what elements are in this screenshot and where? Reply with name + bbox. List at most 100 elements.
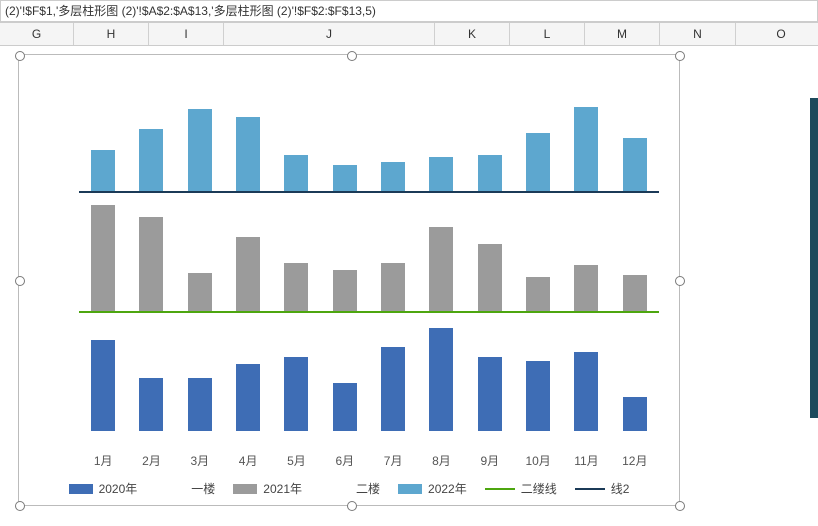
- column-header[interactable]: N: [660, 23, 736, 45]
- legend-item[interactable]: 二缕线: [485, 480, 557, 497]
- selection-handle[interactable]: [15, 51, 25, 61]
- legend-swatch-line: [485, 488, 515, 490]
- bar-slot: [321, 311, 369, 431]
- bar-slot: [272, 191, 320, 311]
- legend-label: 2022年: [428, 480, 467, 497]
- bar[interactable]: [236, 364, 260, 431]
- x-tick-label: 5月: [272, 452, 320, 469]
- bar[interactable]: [574, 107, 598, 191]
- bar-group: [79, 71, 659, 191]
- bar-slot: [514, 191, 562, 311]
- grid-area[interactable]: 1月2月3月4月5月6月7月8月9月10月11月12月 2020年一楼 2021年…: [0, 46, 818, 526]
- bar[interactable]: [236, 117, 260, 191]
- selection-handle[interactable]: [15, 276, 25, 286]
- bar[interactable]: [623, 275, 647, 311]
- bar-slot: [369, 191, 417, 311]
- legend-item[interactable]: 二楼: [320, 480, 380, 497]
- bar[interactable]: [526, 277, 550, 311]
- bar[interactable]: [284, 155, 308, 191]
- bar[interactable]: [91, 150, 115, 191]
- bar[interactable]: [284, 263, 308, 311]
- x-tick-label: 1月: [79, 452, 127, 469]
- selection-handle[interactable]: [15, 501, 25, 511]
- bar-slot: [127, 311, 175, 431]
- selection-handle[interactable]: [675, 501, 685, 511]
- legend-item[interactable]: 一楼: [155, 480, 215, 497]
- bar-slot: [466, 71, 514, 191]
- chart-legend: 2020年一楼 2021年 二楼 2022年 二缕线 线2: [19, 480, 679, 497]
- bar[interactable]: [478, 155, 502, 191]
- bar[interactable]: [91, 205, 115, 311]
- chart-row: [79, 73, 659, 193]
- legend-swatch-box: [398, 484, 422, 494]
- bar[interactable]: [381, 162, 405, 191]
- legend-swatch-line: [575, 488, 605, 490]
- bar-slot: [224, 191, 272, 311]
- spreadsheet-window: (2)'!$F$1,'多层柱形图 (2)'!$A$2:$A$13,'多层柱形图 …: [0, 0, 818, 526]
- legend-label: 线2: [611, 480, 630, 497]
- selection-handle[interactable]: [347, 501, 357, 511]
- column-header[interactable]: I: [149, 23, 224, 45]
- column-header[interactable]: K: [435, 23, 510, 45]
- bar[interactable]: [284, 357, 308, 431]
- bar[interactable]: [188, 378, 212, 431]
- legend-item[interactable]: 线2: [575, 480, 630, 497]
- chart-object[interactable]: 1月2月3月4月5月6月7月8月9月10月11月12月 2020年一楼 2021年…: [18, 54, 680, 506]
- legend-item[interactable]: 2020年: [69, 480, 138, 497]
- bar[interactable]: [188, 273, 212, 311]
- column-header[interactable]: L: [510, 23, 585, 45]
- column-header[interactable]: G: [0, 23, 74, 45]
- selection-handle[interactable]: [347, 51, 357, 61]
- bar[interactable]: [526, 133, 550, 191]
- bar[interactable]: [333, 270, 357, 311]
- bar[interactable]: [333, 165, 357, 191]
- bar[interactable]: [236, 237, 260, 311]
- chart-row: [79, 193, 659, 313]
- bar[interactable]: [429, 157, 453, 191]
- column-header[interactable]: M: [585, 23, 660, 45]
- column-header[interactable]: O: [736, 23, 818, 45]
- column-header[interactable]: H: [74, 23, 149, 45]
- bar[interactable]: [429, 227, 453, 311]
- legend-label: 2021年: [263, 480, 302, 497]
- bar[interactable]: [333, 383, 357, 431]
- bar[interactable]: [574, 352, 598, 431]
- x-tick-label: 11月: [562, 452, 610, 469]
- bar-group: [79, 311, 659, 431]
- bar[interactable]: [623, 397, 647, 431]
- bar[interactable]: [526, 361, 550, 431]
- bar[interactable]: [478, 357, 502, 431]
- bar-slot: [562, 71, 610, 191]
- bar-slot: [79, 311, 127, 431]
- bar[interactable]: [623, 138, 647, 191]
- bar-slot: [321, 71, 369, 191]
- column-header[interactable]: J: [224, 23, 435, 45]
- bar[interactable]: [188, 109, 212, 191]
- bar-slot: [417, 311, 465, 431]
- bar-slot: [272, 71, 320, 191]
- bar[interactable]: [139, 217, 163, 311]
- legend-item[interactable]: 2022年: [398, 480, 467, 497]
- x-axis-labels: 1月2月3月4月5月6月7月8月9月10月11月12月: [79, 452, 659, 469]
- formula-text: (2)'!$F$1,'多层柱形图 (2)'!$A$2:$A$13,'多层柱形图 …: [5, 4, 376, 18]
- bar[interactable]: [139, 129, 163, 191]
- legend-swatch-line: [320, 488, 350, 490]
- plot-area: [79, 73, 659, 445]
- bar-slot: [611, 191, 659, 311]
- selection-handle[interactable]: [675, 51, 685, 61]
- bar[interactable]: [381, 263, 405, 311]
- bar[interactable]: [429, 328, 453, 431]
- bar[interactable]: [381, 347, 405, 431]
- bar[interactable]: [574, 265, 598, 311]
- legend-item[interactable]: 2021年: [233, 480, 302, 497]
- bar[interactable]: [91, 340, 115, 431]
- chart-row: [79, 313, 659, 433]
- x-tick-label: 3月: [176, 452, 224, 469]
- selection-handle[interactable]: [675, 276, 685, 286]
- bar[interactable]: [478, 244, 502, 311]
- x-tick-label: 8月: [417, 452, 465, 469]
- formula-bar[interactable]: (2)'!$F$1,'多层柱形图 (2)'!$A$2:$A$13,'多层柱形图 …: [0, 0, 818, 22]
- bar[interactable]: [139, 378, 163, 431]
- bar-slot: [611, 71, 659, 191]
- legend-label: 2020年: [99, 480, 138, 497]
